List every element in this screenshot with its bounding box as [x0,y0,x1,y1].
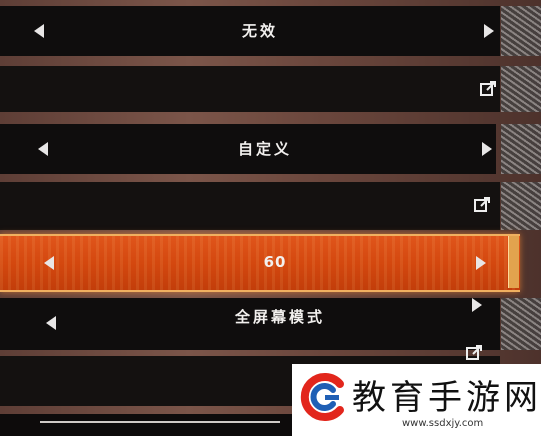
setting-row-3: 自定义 [0,124,496,174]
selection-edge [508,236,519,288]
left-arrow-icon[interactable] [34,24,44,38]
setting-value-5: 60 [263,253,287,271]
setting-value-3: 自定义 [237,140,292,158]
bottom-divider [40,421,280,423]
external-link-icon[interactable] [466,344,483,361]
watermark-logo-icon [300,373,344,421]
setting-row-2[interactable] [0,66,500,112]
left-arrow-icon[interactable] [46,316,56,330]
ornament-decoration [501,66,541,112]
watermark-title: 教育手游网 [352,378,541,418]
left-arrow-icon[interactable] [44,256,54,270]
external-link-icon[interactable] [480,80,497,97]
left-arrow-icon[interactable] [38,142,48,156]
ornament-decoration [501,124,541,174]
watermark: 教育手游网 www.ssdxjy.com [292,364,541,436]
setting-row-1: 无效 [0,6,500,56]
right-arrow-icon[interactable] [472,298,482,312]
setting-row-5-selected[interactable]: 60 [0,234,520,292]
ornament-decoration [501,182,541,230]
watermark-url: www.ssdxjy.com [402,418,484,429]
setting-value-6: 全屏幕模式 [234,308,325,326]
right-arrow-icon[interactable] [484,24,494,38]
right-arrow-icon[interactable] [482,142,492,156]
external-link-icon[interactable] [474,196,491,213]
ornament-decoration [501,298,541,350]
setting-value-1: 无效 [241,22,278,40]
bottom-row [0,414,292,436]
right-arrow-icon[interactable] [476,256,486,270]
setting-row-4[interactable] [0,182,500,230]
ornament-decoration [501,6,541,56]
setting-row-6: 全屏幕模式 [0,298,500,350]
